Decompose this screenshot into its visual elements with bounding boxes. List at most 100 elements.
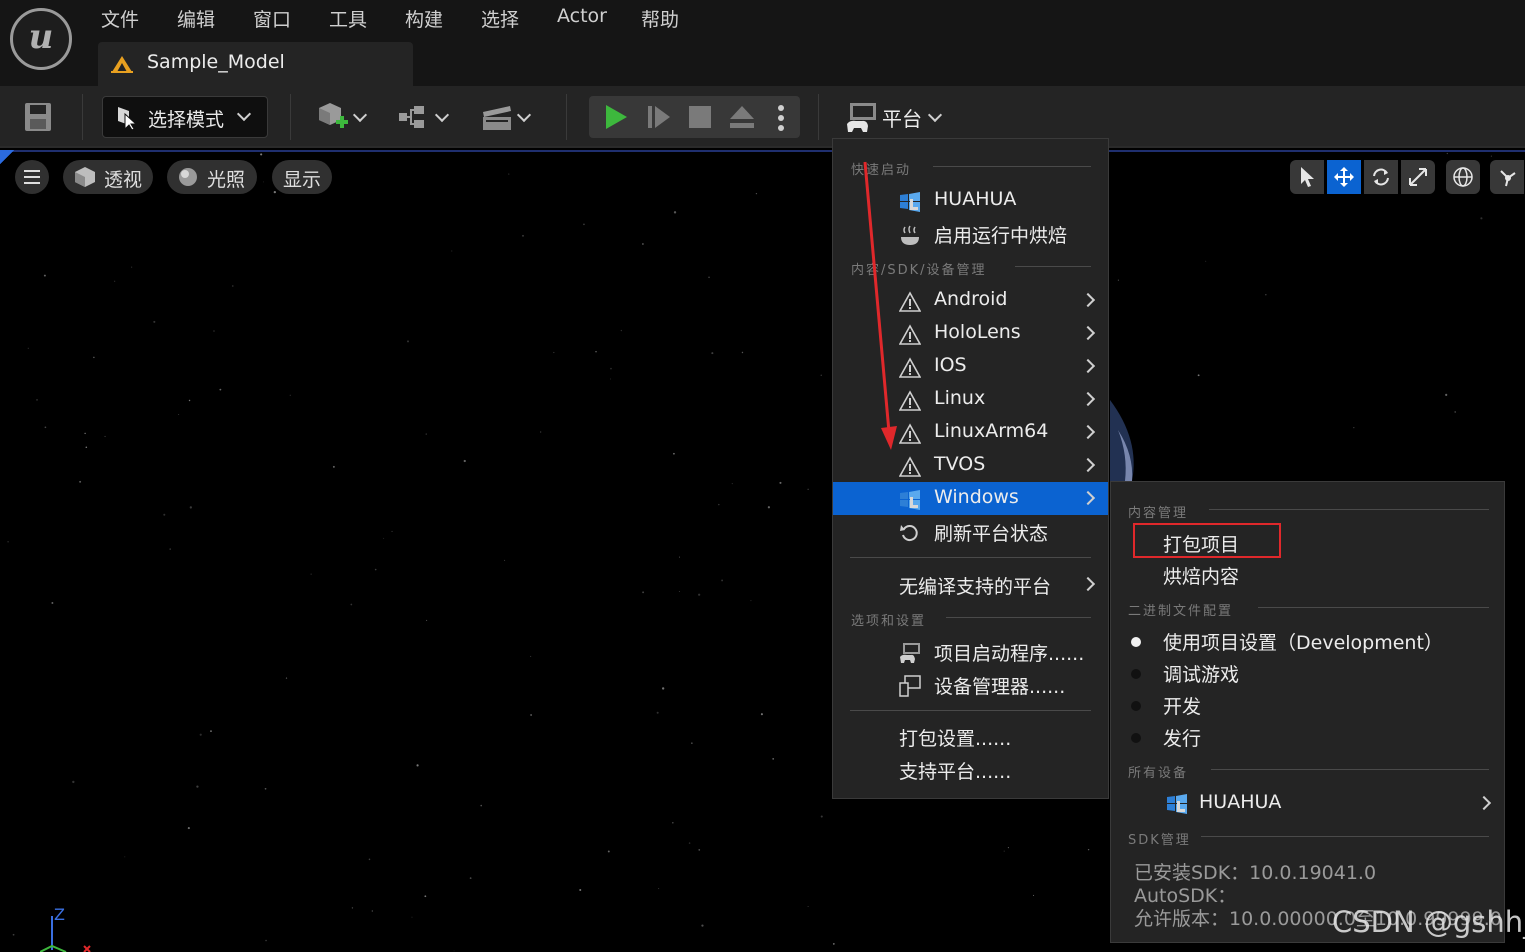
advance-frame-icon[interactable] (647, 105, 671, 129)
no-compile-platforms[interactable]: 无编译支持的平台 (833, 568, 1108, 601)
device-manager-item[interactable]: 设备管理器...... (833, 668, 1108, 701)
refresh-icon (900, 525, 918, 542)
show-button[interactable]: 显示 (272, 160, 332, 194)
star (1003, 850, 1005, 852)
star (44, 426, 47, 429)
star (84, 432, 86, 435)
device-huahua[interactable]: HUAHUA (1111, 787, 1504, 819)
perspective-button[interactable]: 透视 (63, 160, 153, 194)
unreal-logo-icon[interactable]: u (10, 8, 72, 70)
chevron-right-icon (1476, 795, 1492, 811)
toolbar: 选择模式 平台 (0, 86, 1525, 148)
move-icon (1334, 167, 1354, 187)
menu-tools[interactable]: 工具 (329, 5, 367, 32)
play-controls (589, 96, 800, 138)
all-devices-header: 所有设备 (1128, 766, 1189, 781)
chevron-down-icon[interactable] (352, 107, 368, 123)
section-divider (850, 557, 1091, 558)
tab-level[interactable]: Sample_Model (98, 42, 413, 86)
star (12, 933, 15, 936)
project-launcher-label: 项目启动程序...... (934, 643, 1085, 665)
section-divider (850, 710, 1091, 711)
star (1454, 411, 1456, 413)
star (673, 211, 677, 214)
play-icon[interactable] (603, 104, 629, 130)
refresh-platform-status[interactable]: 刷新平台状态 (833, 515, 1108, 548)
rotate-tool-button[interactable] (1364, 160, 1398, 194)
star (583, 223, 585, 226)
star (508, 173, 510, 175)
platform-label: IOS (934, 354, 967, 376)
menu-actor[interactable]: Actor (557, 5, 607, 27)
star (691, 742, 693, 744)
quick-launch-label: HUAHUA (934, 188, 1017, 210)
star (760, 713, 763, 716)
stop-icon[interactable] (689, 106, 711, 128)
star (262, 181, 264, 183)
config-debug-game[interactable]: 调试游戏 (1111, 656, 1504, 688)
star (820, 815, 823, 818)
radio-icon (1131, 669, 1141, 679)
axis-indicator: Z (40, 905, 91, 952)
cinematics-icon[interactable] (481, 102, 513, 132)
axis-z-label: Z (54, 905, 65, 924)
menu-window[interactable]: 窗口 (253, 5, 291, 32)
config-shipping[interactable]: 发行 (1111, 720, 1504, 752)
select-mode-button[interactable]: 选择模式 (102, 96, 268, 138)
select-tool-button[interactable] (1290, 160, 1324, 194)
radio-icon (1131, 733, 1141, 743)
globe-icon (1453, 167, 1473, 187)
show-label: 显示 (283, 169, 322, 191)
translate-tool-button[interactable] (1327, 160, 1361, 194)
star (273, 190, 276, 194)
more-options-icon[interactable] (777, 104, 785, 132)
menu-file[interactable]: 文件 (101, 5, 139, 32)
chevron-down-icon (927, 107, 943, 123)
select-mode-label: 选择模式 (148, 109, 225, 131)
star (767, 506, 770, 509)
packaging-settings-item[interactable]: 打包设置...... (833, 720, 1108, 753)
menu-help[interactable]: 帮助 (641, 5, 679, 32)
star (731, 483, 733, 485)
section-divider (1258, 607, 1489, 608)
star (672, 821, 674, 824)
blueprint-icon[interactable] (398, 104, 432, 130)
star (807, 488, 809, 490)
menu-edit[interactable]: 编辑 (177, 5, 215, 32)
star (285, 677, 288, 679)
menu-select[interactable]: 选择 (481, 5, 519, 32)
project-launcher-item[interactable]: 项目启动程序...... (833, 635, 1108, 668)
chevron-down-icon[interactable] (434, 107, 450, 123)
menu-build[interactable]: 构建 (405, 5, 443, 32)
save-icon[interactable] (24, 102, 52, 132)
star (153, 320, 156, 323)
star (391, 530, 393, 532)
lighting-button[interactable]: 光照 (167, 160, 257, 194)
eject-icon[interactable] (729, 105, 755, 129)
star (124, 856, 126, 858)
config-development[interactable]: 使用项目设置（Development） (1111, 624, 1504, 656)
supported-platforms-item[interactable]: 支持平台...... (833, 753, 1108, 786)
star (196, 785, 199, 788)
platform-windows[interactable]: Windows (833, 482, 1108, 515)
config-dev[interactable]: 开发 (1111, 688, 1504, 720)
perspective-label: 透视 (104, 169, 143, 191)
chevron-down-icon[interactable] (516, 107, 532, 123)
star (453, 950, 455, 952)
star (411, 916, 413, 918)
star (1446, 152, 1448, 155)
section-divider (933, 166, 1091, 167)
add-actor-icon[interactable] (316, 100, 350, 134)
world-local-toggle[interactable] (1446, 160, 1480, 194)
star (620, 329, 623, 332)
scale-tool-button[interactable] (1401, 160, 1435, 194)
star (219, 388, 222, 391)
viewport-menu-button[interactable] (15, 160, 49, 194)
star (199, 733, 202, 736)
surface-snap-button[interactable] (1490, 160, 1524, 194)
star (188, 399, 191, 402)
star (265, 939, 267, 942)
cook-content-item[interactable]: 烘焙内容 (1111, 558, 1504, 590)
platforms-button[interactable]: 平台 (842, 98, 952, 138)
star (114, 280, 116, 282)
